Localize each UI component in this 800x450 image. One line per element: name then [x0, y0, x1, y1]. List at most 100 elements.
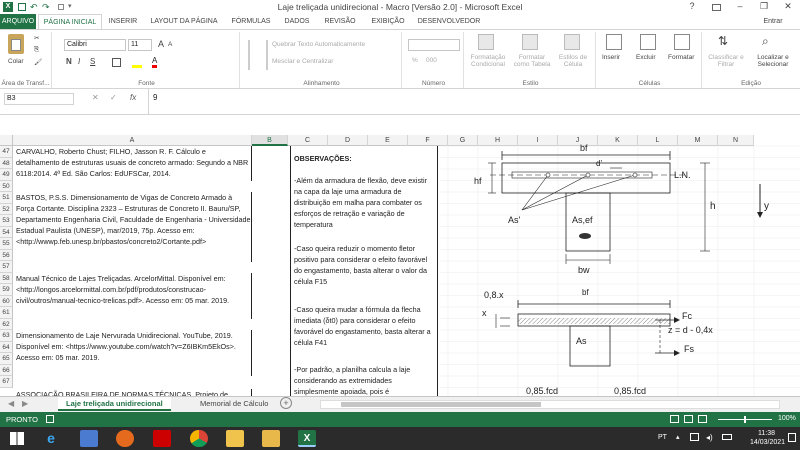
zoom-slider[interactable]: [718, 416, 772, 423]
format-painter-icon[interactable]: 🖌: [34, 58, 42, 66]
folder-icon[interactable]: [262, 430, 280, 447]
fill-color-icon[interactable]: [132, 58, 142, 68]
macro-record-icon[interactable]: [46, 415, 54, 423]
conditional-format-button[interactable]: Formatação Condicional: [468, 54, 508, 68]
shrink-font-button[interactable]: A: [168, 41, 172, 48]
tab-revisao[interactable]: REVISÃO: [318, 14, 362, 29]
font-color-icon[interactable]: A: [152, 57, 158, 68]
battery-icon[interactable]: [722, 434, 732, 440]
media-player-icon[interactable]: [80, 430, 98, 447]
worksheet-grid[interactable]: ABCDEFGHIJKLMN 47 48 49 50 51 52 53 54 55 56 57 58 5…: [0, 115, 800, 399]
find-select-icon[interactable]: ⌕: [762, 34, 769, 49]
name-box[interactable]: B3: [4, 93, 74, 105]
firefox-icon[interactable]: [116, 430, 134, 447]
format-table-icon[interactable]: [522, 34, 538, 50]
styles-label: Estilo: [522, 80, 539, 87]
sort-filter-icon[interactable]: ⇅: [718, 34, 728, 48]
conditional-format-icon[interactable]: [478, 34, 494, 50]
font-size-select[interactable]: 11: [128, 39, 152, 51]
tab-arquivo[interactable]: ARQUIVO: [0, 14, 36, 29]
t-beam-diagram: [488, 151, 763, 367]
reference-arcelormittal[interactable]: Manual Técnico de Lajes Treliçadas. Arce…: [16, 273, 252, 319]
paste-button[interactable]: Colar: [8, 58, 24, 65]
close-button[interactable]: ✕: [776, 1, 800, 12]
chrome-icon[interactable]: [190, 430, 208, 447]
help-icon[interactable]: ?: [680, 1, 704, 11]
wrap-text-button[interactable]: Quebrar Texto Automaticamente: [272, 41, 365, 48]
view-pagebreak-icon[interactable]: [698, 415, 707, 423]
merge-center-button[interactable]: Mesclar e Centralizar: [272, 58, 333, 65]
cut-icon[interactable]: ✂: [34, 34, 39, 42]
view-normal-icon[interactable]: [670, 415, 679, 423]
sheet-tab-memorial[interactable]: Memorial de Cálculo: [200, 399, 268, 408]
tab-exibicao[interactable]: EXIBIÇÃO: [364, 14, 412, 29]
format-table-button[interactable]: Formatar como Tabela: [512, 54, 552, 68]
reference-bastos[interactable]: BASTOS, P.S.S. Dimensionamento de Vigas …: [16, 192, 252, 262]
reference-carvalho[interactable]: CARVALHO, Roberto Chust; FILHO, Jasson R…: [16, 146, 252, 181]
explorer-icon[interactable]: [226, 430, 244, 447]
observations-title: OBSERVAÇÕES:: [294, 154, 352, 163]
format-cells-button[interactable]: Formatar: [668, 54, 694, 61]
font-name-select[interactable]: Calibri: [64, 39, 126, 51]
find-select-button[interactable]: Localizar e Selecionar: [750, 54, 796, 68]
tab-desenvolvedor[interactable]: DESENVOLVEDOR: [414, 14, 484, 29]
clock-date[interactable]: 14/03/2021: [750, 439, 785, 446]
underline-button[interactable]: S: [90, 57, 95, 66]
tab-dados[interactable]: DADOS: [278, 14, 316, 29]
delete-cells-icon[interactable]: [640, 34, 656, 50]
copy-icon[interactable]: ⎘: [34, 46, 39, 54]
notifications-icon[interactable]: [788, 433, 796, 442]
restore-button[interactable]: ❐: [752, 1, 776, 12]
format-cells-icon[interactable]: [674, 34, 690, 50]
horizontal-scrollbar[interactable]: [320, 400, 780, 409]
ie-icon[interactable]: e: [42, 430, 60, 447]
insert-cells-button[interactable]: Inserir: [602, 54, 620, 61]
ribbon: Colar ✂ ⎘ 🖌 Área de Transf... Calibri 11…: [0, 29, 800, 89]
sheet-tab-active[interactable]: Laje treliçada unidirecional: [58, 397, 171, 411]
borders-icon[interactable]: [112, 58, 121, 67]
clipboard-group: Colar ✂ ⎘ 🖌 Área de Transf...: [0, 32, 52, 88]
label-ln: L.N.: [674, 170, 691, 180]
grow-font-button[interactable]: A: [158, 39, 164, 49]
tab-pagina-inicial[interactable]: PÁGINA INICIAL: [38, 14, 102, 29]
status-bar: PRONTO 100%: [0, 412, 800, 427]
sheet-nav-prev-icon[interactable]: ◀: [8, 399, 14, 408]
excel-taskbar-icon[interactable]: X: [298, 430, 316, 447]
tray-up-icon[interactable]: ▴: [676, 433, 680, 441]
reference-youtube[interactable]: Dimensionamento de Laje Nervurada Unidir…: [16, 330, 252, 376]
signin-link[interactable]: Entrar: [755, 14, 791, 29]
cell-styles-button[interactable]: Estilos de Célula: [556, 54, 590, 68]
tab-formulas[interactable]: FÓRMULAS: [226, 14, 276, 29]
align-icons[interactable]: [248, 40, 268, 70]
minimize-button[interactable]: –: [728, 1, 752, 11]
tab-layout[interactable]: LAYOUT DA PÁGINA: [144, 14, 224, 29]
sheet-nav-next-icon[interactable]: ▶: [22, 399, 28, 408]
tab-inserir[interactable]: INSERIR: [104, 14, 142, 29]
insert-cells-icon[interactable]: [606, 34, 622, 50]
cell-styles-icon[interactable]: [564, 34, 580, 50]
confirm-entry-icon[interactable]: ✓: [110, 93, 117, 102]
thousands-button[interactable]: 000: [426, 57, 437, 64]
mcafee-icon[interactable]: [153, 430, 171, 447]
view-layout-icon[interactable]: [684, 415, 693, 423]
add-sheet-button[interactable]: +: [280, 397, 292, 409]
insert-function-icon[interactable]: fx: [130, 93, 136, 102]
label-hf: hf: [474, 176, 482, 186]
sort-filter-button[interactable]: Classificar e Filtrar: [706, 54, 746, 68]
network-icon[interactable]: [690, 433, 699, 441]
volume-icon[interactable]: ◂): [706, 433, 713, 442]
windows-start-icon[interactable]: [8, 430, 26, 447]
paste-icon[interactable]: [8, 34, 24, 54]
language-indicator[interactable]: PT: [658, 434, 667, 441]
ribbon-display-icon[interactable]: [704, 1, 728, 14]
number-format-select[interactable]: [408, 39, 460, 51]
zoom-level[interactable]: 100%: [778, 415, 796, 422]
clock-time[interactable]: 11:38: [758, 430, 775, 437]
bold-button[interactable]: N: [66, 57, 72, 66]
formula-input[interactable]: 9: [148, 89, 800, 115]
italic-button[interactable]: I: [78, 57, 80, 66]
percent-button[interactable]: %: [412, 57, 418, 64]
label-as-prime: As': [508, 215, 521, 225]
delete-cells-button[interactable]: Excluir: [636, 54, 656, 61]
cancel-entry-icon[interactable]: ✕: [92, 93, 99, 102]
